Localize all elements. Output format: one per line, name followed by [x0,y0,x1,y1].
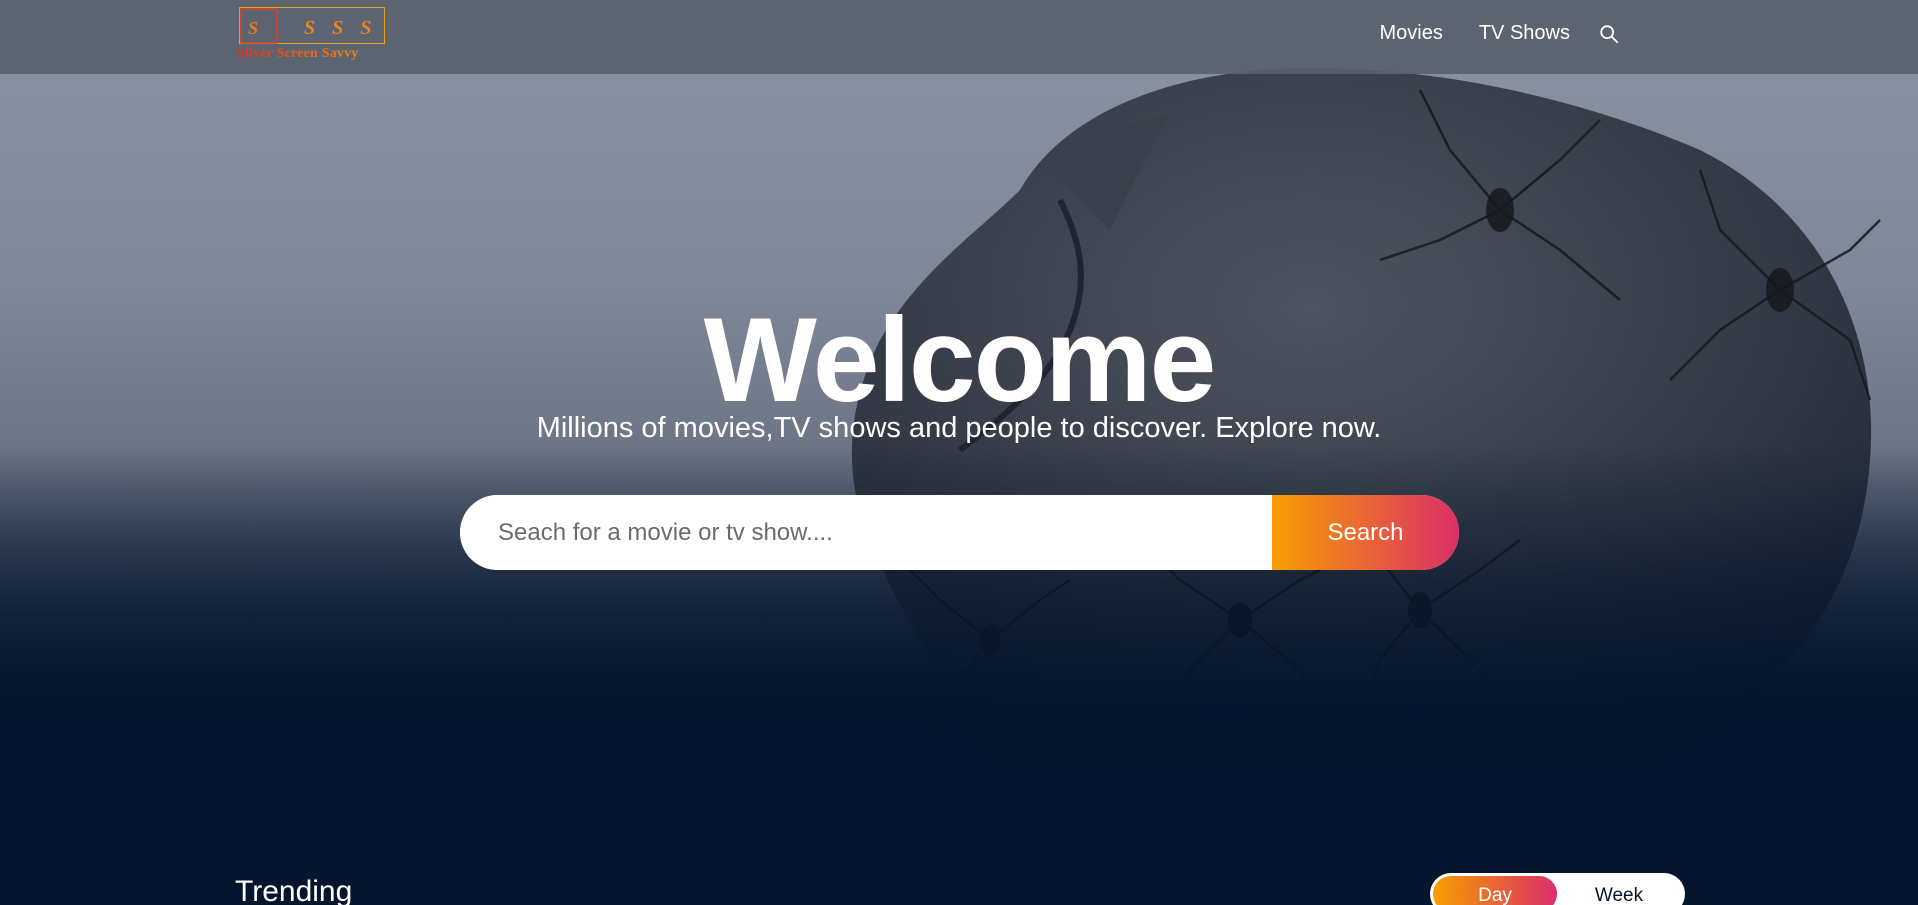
svg-text:S: S [248,18,258,38]
nav-tv-shows[interactable]: TV Shows [1479,22,1570,45]
hero-title: Welcome [703,293,1217,427]
main-nav: Movies TV Shows [1343,22,1620,45]
hero-subtitle: Millions of movies,TV shows and people t… [536,412,1382,444]
search-input[interactable] [460,495,1272,570]
logo-text: Silver Screen Savvy [237,46,387,62]
top-header: S S S S Silver Screen Savvy Movies TV Sh… [0,0,1918,74]
search-icon[interactable] [1598,23,1620,45]
trending-timeframe-switch: Day Week [1430,873,1685,905]
nav-movies[interactable]: Movies [1379,22,1442,45]
logo-glyphs: S S S [304,17,377,39]
tab-day[interactable]: Day [1433,876,1557,905]
page: S S S S Silver Screen Savvy Movies TV Sh… [0,0,1918,905]
trending-title: Trending [235,875,353,905]
logo-emblem-graphic: S S S S [240,8,377,44]
site-logo[interactable]: S S S S Silver Screen Savvy [237,6,387,64]
search-button[interactable]: Search [1272,495,1459,570]
tab-week[interactable]: Week [1557,876,1681,905]
hero-search-bar: Search [460,495,1459,570]
logo-emblem: S S S S [239,7,385,44]
